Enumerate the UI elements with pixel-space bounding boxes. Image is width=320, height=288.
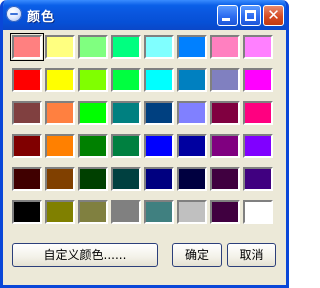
color-swatch[interactable]	[243, 200, 273, 224]
color-swatch[interactable]	[177, 35, 207, 59]
maximize-button[interactable]	[240, 5, 261, 26]
color-swatch[interactable]	[111, 35, 141, 59]
color-swatch[interactable]	[210, 134, 240, 158]
color-swatch[interactable]	[177, 134, 207, 158]
color-swatch[interactable]	[111, 200, 141, 224]
color-swatch[interactable]	[177, 167, 207, 191]
color-swatch[interactable]	[210, 35, 240, 59]
color-swatch[interactable]	[177, 200, 207, 224]
color-swatch[interactable]	[243, 167, 273, 191]
color-swatch[interactable]	[111, 134, 141, 158]
color-swatch[interactable]	[210, 101, 240, 125]
app-icon	[6, 6, 22, 22]
color-swatch[interactable]	[243, 101, 273, 125]
color-swatch[interactable]	[78, 35, 108, 59]
color-swatch[interactable]	[12, 101, 42, 125]
color-swatch[interactable]	[45, 167, 75, 191]
color-swatch[interactable]	[45, 68, 75, 92]
color-swatch[interactable]	[45, 35, 75, 59]
color-swatch[interactable]	[144, 101, 174, 125]
color-swatch[interactable]	[12, 134, 42, 158]
color-swatch[interactable]	[111, 167, 141, 191]
ok-button[interactable]: 确定	[172, 243, 222, 267]
color-swatch[interactable]	[78, 134, 108, 158]
color-swatch[interactable]	[144, 35, 174, 59]
color-swatch[interactable]	[45, 134, 75, 158]
maximize-icon	[245, 10, 256, 21]
color-swatch[interactable]	[210, 200, 240, 224]
custom-color-button[interactable]: 自定义颜色......	[12, 243, 158, 267]
color-dialog-window: 颜色 ✕ 自定义颜色...... 确定 取消	[0, 0, 289, 288]
window-title: 颜色	[27, 10, 56, 25]
color-swatch[interactable]	[78, 200, 108, 224]
color-swatch[interactable]	[45, 200, 75, 224]
color-swatch[interactable]	[78, 68, 108, 92]
color-swatch[interactable]	[12, 200, 42, 224]
minimize-button[interactable]	[217, 5, 238, 26]
color-swatch[interactable]	[78, 101, 108, 125]
color-swatch[interactable]	[144, 134, 174, 158]
color-swatch[interactable]	[210, 167, 240, 191]
color-swatch[interactable]	[78, 167, 108, 191]
color-swatch[interactable]	[45, 101, 75, 125]
color-swatch[interactable]	[177, 101, 207, 125]
close-button[interactable]: ✕	[263, 5, 284, 26]
color-swatch[interactable]	[10, 33, 44, 61]
color-swatch[interactable]	[111, 101, 141, 125]
color-swatch[interactable]	[243, 68, 273, 92]
cancel-button[interactable]: 取消	[227, 243, 276, 267]
color-swatch[interactable]	[12, 167, 42, 191]
color-swatch[interactable]	[177, 68, 207, 92]
color-swatch[interactable]	[111, 68, 141, 92]
color-swatch[interactable]	[210, 68, 240, 92]
color-swatch[interactable]	[12, 68, 42, 92]
minimize-icon	[222, 18, 230, 21]
color-swatch[interactable]	[243, 35, 273, 59]
color-swatch[interactable]	[243, 134, 273, 158]
close-icon: ✕	[267, 6, 280, 24]
title-bar[interactable]: 颜色 ✕	[3, 0, 286, 30]
color-swatch[interactable]	[144, 200, 174, 224]
color-swatch[interactable]	[144, 68, 174, 92]
color-swatch[interactable]	[144, 167, 174, 191]
